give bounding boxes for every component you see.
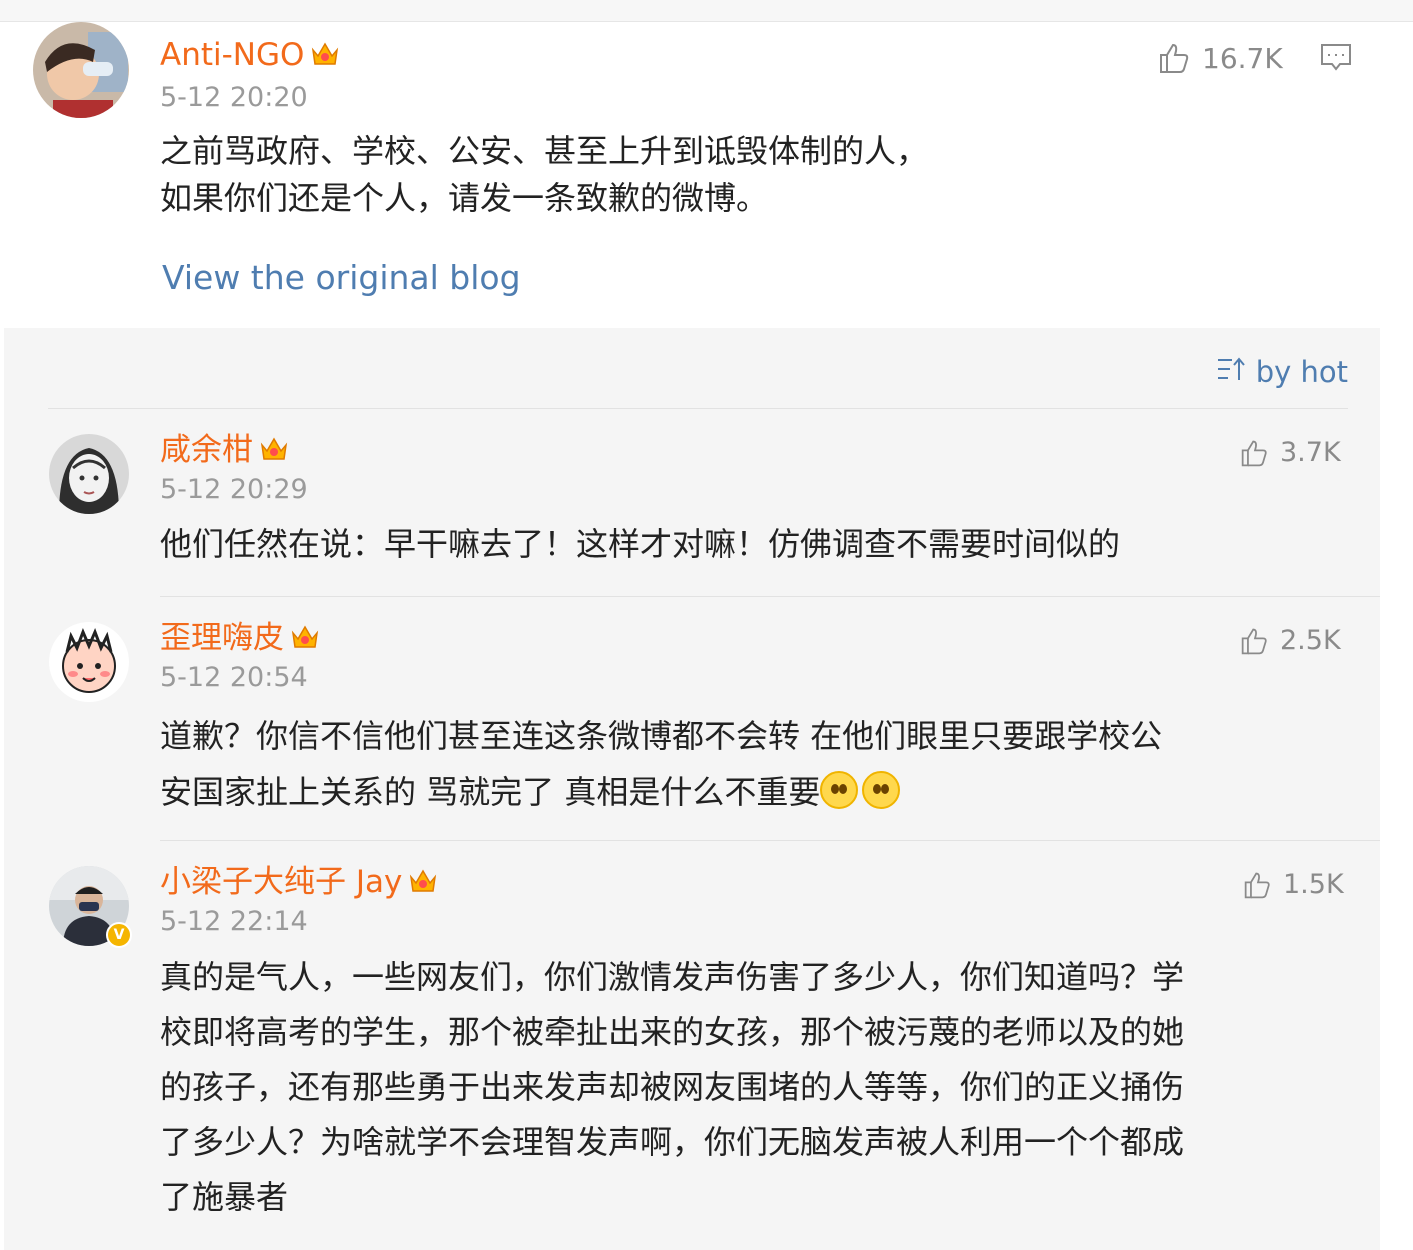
thumbs-up-icon: [1158, 41, 1192, 75]
comment-icon[interactable]: [1320, 43, 1352, 77]
post-time: 5-12 20:20: [160, 82, 308, 113]
comment-text-line: 安国家扯上关系的 骂就完了 真相是什么不重要: [160, 773, 821, 811]
crown-badge-icon: [408, 867, 438, 901]
comment-like-button[interactable]: 1.5K: [1243, 869, 1344, 900]
thumbs-up-icon: [1243, 870, 1273, 900]
eye-roll-emoji: [862, 771, 901, 809]
comment-text-line: 了施暴者: [160, 1178, 289, 1216]
sort-icon: [1216, 355, 1246, 389]
sort-by-hot-button[interactable]: by hot: [1216, 355, 1348, 389]
comment-text-line-2: 安国家扯上关系的 骂就完了 真相是什么不重要: [160, 764, 1350, 820]
thumbs-up-icon: [1240, 626, 1270, 656]
divider: [48, 408, 1348, 409]
post-text-line: 之前骂政府、学校、公安、甚至上升到诋毁体制的人，: [160, 132, 929, 170]
comment-text: 他们任然在说：早干嘛去了！这样才对嘛！仿佛调查不需要时间似的: [160, 525, 1121, 563]
comment-text: 真的是气人，一些网友们，你们激情发声伤害了多少人，你们知道吗？学 校即将高考的学…: [160, 950, 1360, 1225]
comment-username[interactable]: 小梁子大纯子 Jay: [160, 867, 438, 901]
post-username[interactable]: Anti-NGO: [160, 40, 340, 74]
comment-username-text[interactable]: 咸余柑: [160, 432, 253, 468]
view-original-blog-link[interactable]: View the original blog: [162, 258, 521, 297]
post-text: 之前骂政府、学校、公安、甚至上升到诋毁体制的人， 如果你们还是个人，请发一条致歉…: [160, 128, 1340, 222]
crown-badge-icon: [290, 623, 320, 657]
eye-roll-emoji: [820, 771, 859, 809]
post-username-text[interactable]: Anti-NGO: [160, 37, 304, 73]
crown-badge-icon: [310, 40, 340, 74]
comment-like-count: 1.5K: [1283, 869, 1344, 900]
divider: [160, 596, 1380, 597]
comment-text-line: 了多少人？为啥就学不会理智发声啊，你们无脑发声被人利用一个个都成: [160, 1123, 1185, 1161]
comment-avatar[interactable]: [49, 622, 129, 702]
comment-text-line: 道歉？你信不信他们甚至连这条微博都不会转 在他们眼里只要跟学校公: [160, 717, 1163, 755]
comment-text-line: 校即将高考的学生，那个被牵扯出来的女孩，那个被污蔑的老师以及的她: [160, 1013, 1185, 1051]
comment-username[interactable]: 咸余柑: [160, 435, 289, 469]
sort-label: by hot: [1255, 355, 1348, 389]
comment-like-count: 2.5K: [1280, 625, 1341, 656]
comment-text-line: 真的是气人，一些网友们，你们激情发声伤害了多少人，你们知道吗？学: [160, 958, 1185, 996]
comment-username-text[interactable]: 小梁子大纯子 Jay: [160, 864, 402, 900]
comment-text: 道歉？你信不信他们甚至连这条微博都不会转 在他们眼里只要跟学校公 安国家扯上关系…: [160, 708, 1350, 820]
post-avatar[interactable]: [33, 22, 129, 118]
post-text-line: 如果你们还是个人，请发一条致歉的微博。: [160, 179, 769, 217]
verified-badge-icon: V: [106, 922, 132, 948]
comment-like-count: 3.7K: [1280, 437, 1341, 468]
comment-avatar[interactable]: [49, 434, 129, 514]
comment-like-button[interactable]: 2.5K: [1240, 625, 1341, 656]
comment-time: 5-12 20:54: [160, 662, 308, 693]
comment-username[interactable]: 歪理嗨皮: [160, 623, 320, 657]
divider: [160, 840, 1380, 841]
comment-username-text[interactable]: 歪理嗨皮: [160, 620, 284, 656]
top-divider: [0, 0, 1413, 22]
comment-like-button[interactable]: 3.7K: [1240, 437, 1341, 468]
thumbs-up-icon: [1240, 438, 1270, 468]
comment-text-line: 的孩子，还有那些勇于出来发声却被网友围堵的人等等，你们的正义捅伤: [160, 1068, 1185, 1106]
comment-time: 5-12 20:29: [160, 474, 308, 505]
crown-badge-icon: [259, 435, 289, 469]
post-like-count: 16.7K: [1202, 41, 1283, 75]
post-like-button[interactable]: 16.7K: [1158, 41, 1283, 75]
comment-time: 5-12 22:14: [160, 906, 308, 937]
